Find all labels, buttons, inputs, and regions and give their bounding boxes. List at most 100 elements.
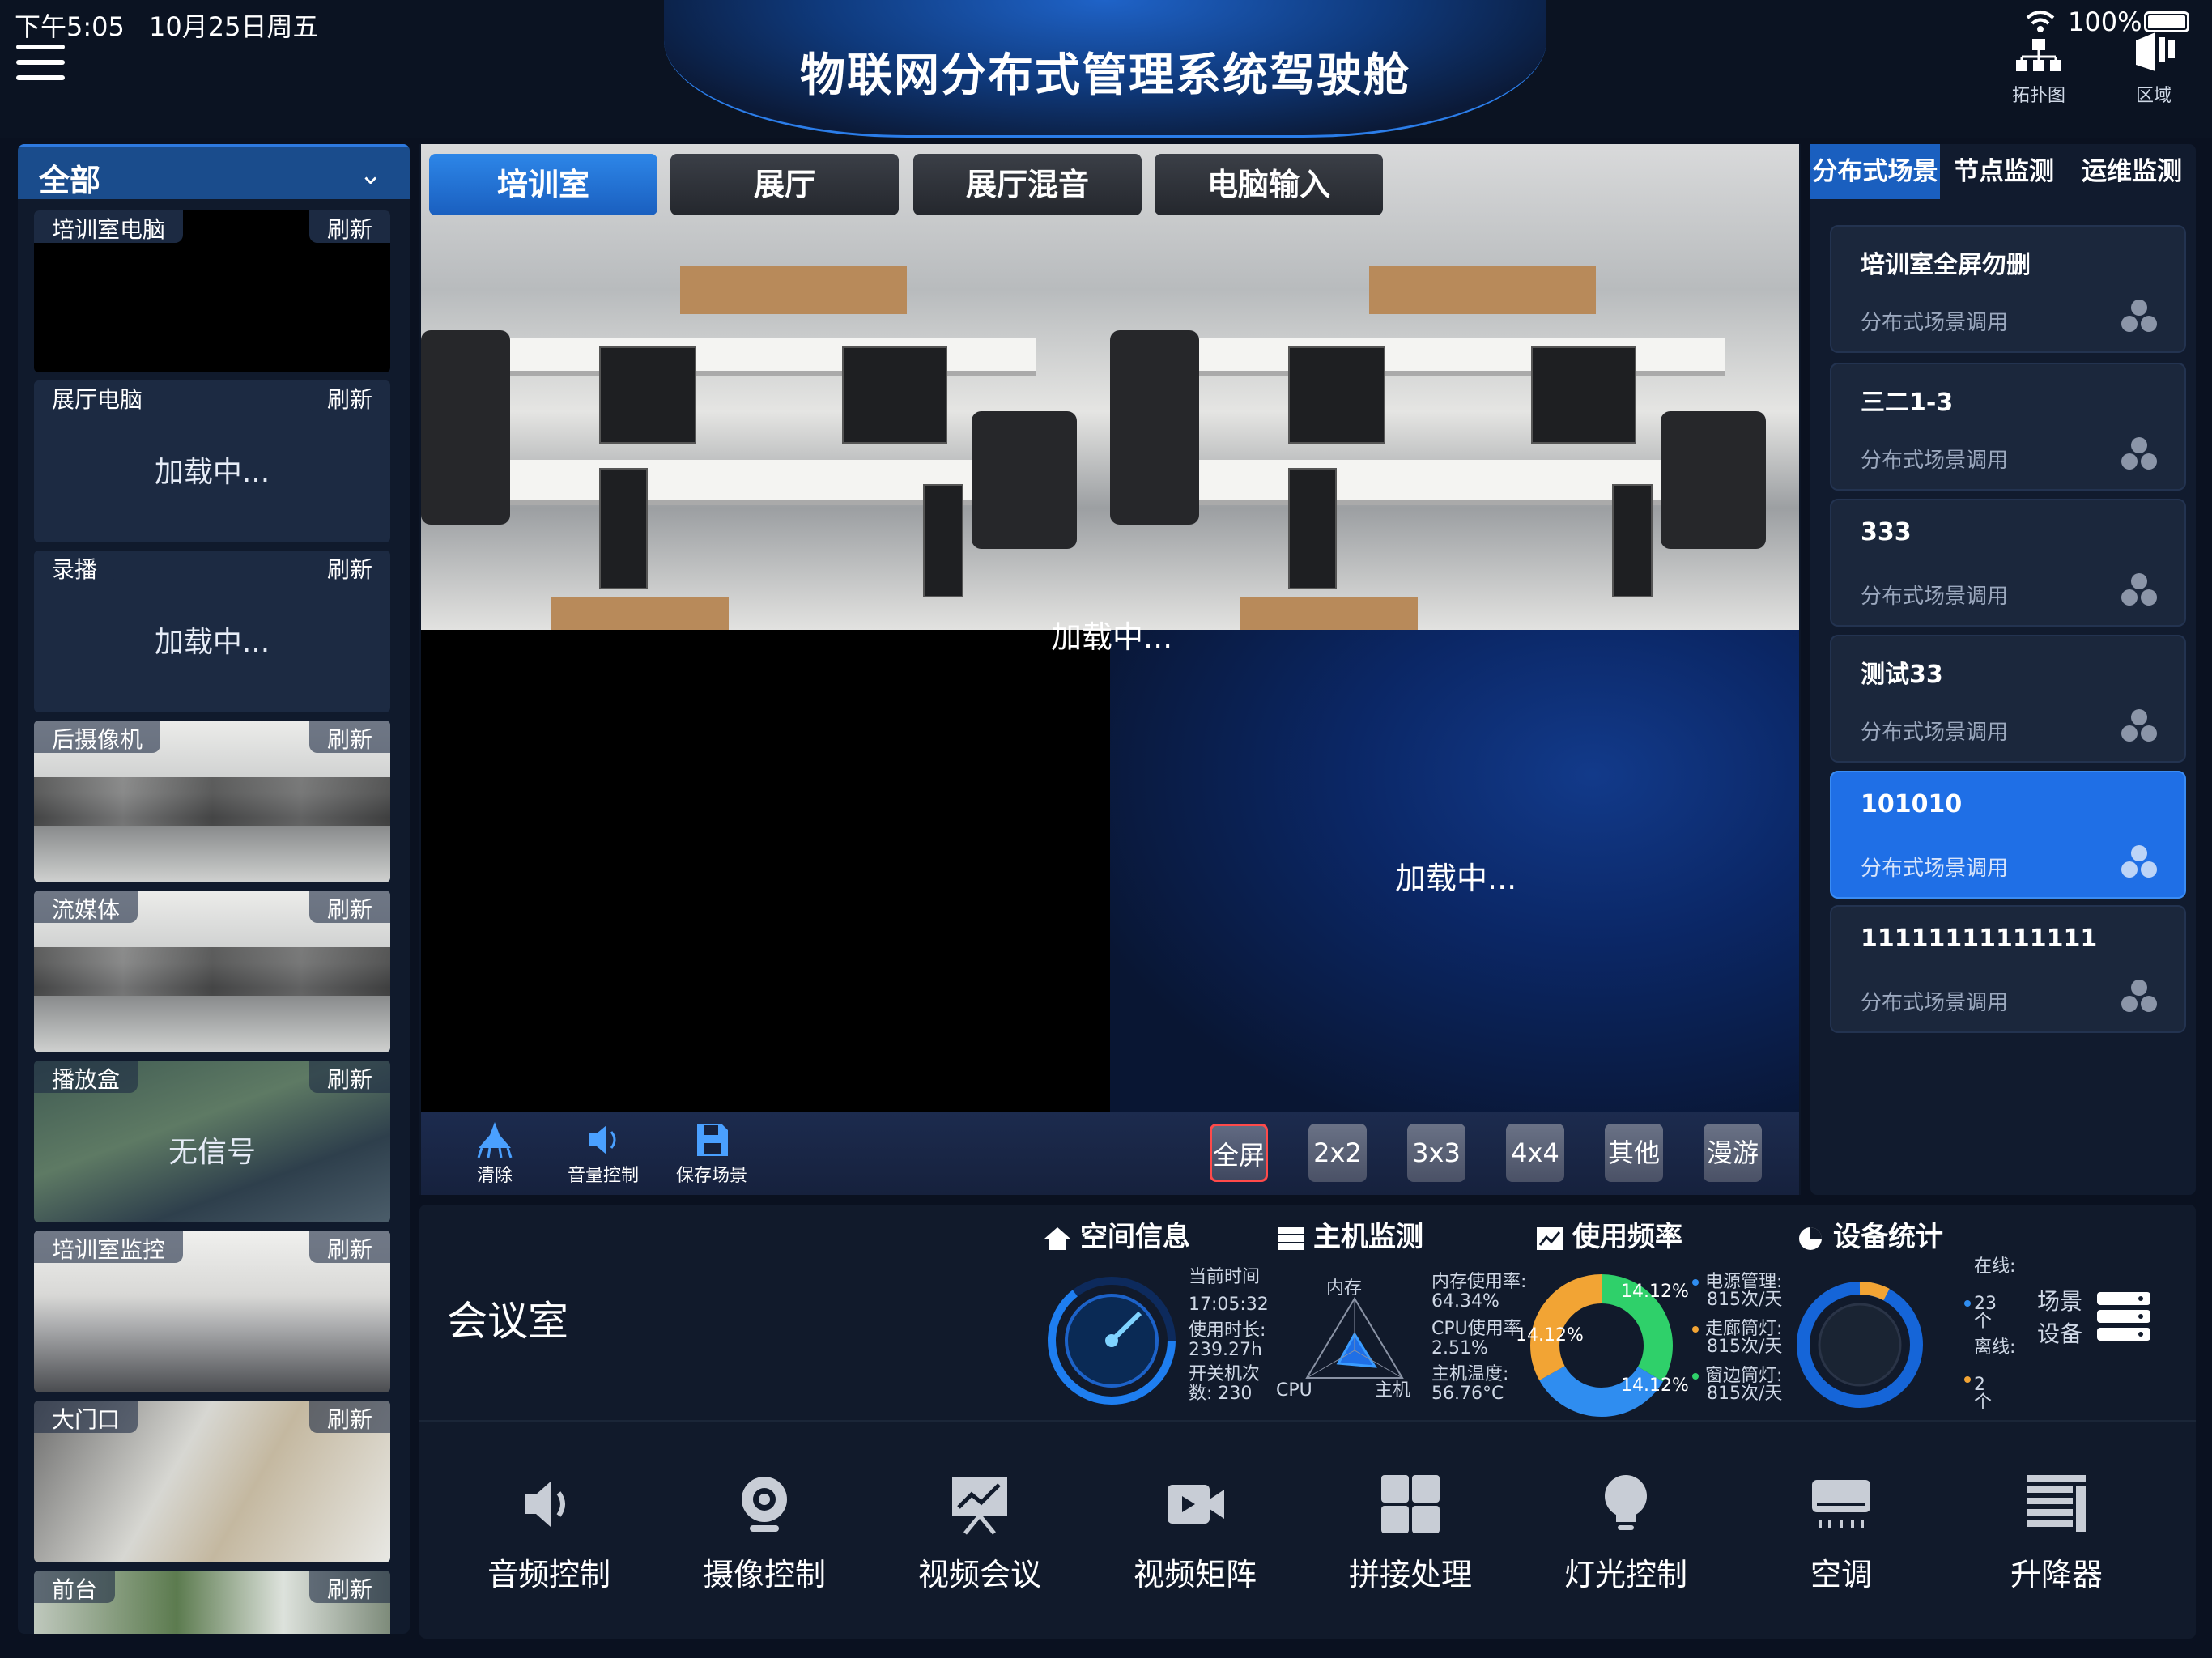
scene-card[interactable]: 333 分布式场景调用 xyxy=(1830,499,2186,627)
host-monitor-title: 主机监测 xyxy=(1276,1214,1423,1254)
source-card-training-monitor[interactable]: 培训室监控 刷新 xyxy=(34,1231,390,1392)
room-dashboard: 会议室 空间信息 主机监测 使用频率 设备统计 当前时间 17:05:32 使用… xyxy=(419,1205,2196,1639)
control-label: 拼接处理 xyxy=(1348,1557,1472,1592)
clear-button[interactable]: 清除 xyxy=(450,1120,539,1187)
legend-dot xyxy=(1692,1279,1699,1286)
video-window-2[interactable] xyxy=(1110,144,1799,630)
memory-usage-value: 64.34% xyxy=(1431,1291,1499,1312)
source-card-rear-camera[interactable]: 后摄像机 刷新 xyxy=(34,721,390,882)
scene-name: 333 xyxy=(1861,518,1912,546)
refresh-button[interactable]: 刷新 xyxy=(308,891,390,923)
video-window-4[interactable]: 加载中... xyxy=(1110,630,1799,1112)
air-conditioner-button[interactable]: 空调 xyxy=(1748,1472,1934,1594)
tab-training-room[interactable]: 培训室 xyxy=(429,154,657,215)
cubes-icon xyxy=(2121,980,2157,1012)
scene-card[interactable]: 测试33 分布式场景调用 xyxy=(1830,635,2186,763)
source-name: 培训室监控 xyxy=(34,1231,184,1263)
scene-subtitle: 分布式场景调用 xyxy=(1861,311,2009,335)
tab-distributed-scenes[interactable]: 分布式场景 xyxy=(1810,144,1940,199)
region-label: 区域 xyxy=(2135,86,2172,106)
home-icon xyxy=(1044,1226,1070,1250)
source-name: 大门口 xyxy=(34,1401,138,1433)
cubes-icon xyxy=(2121,845,2157,878)
source-card-reception[interactable]: 前台 刷新 xyxy=(34,1571,390,1634)
presentation-icon xyxy=(952,1477,1007,1535)
lighting-control-button[interactable]: 灯光控制 xyxy=(1533,1472,1719,1594)
host-temp-value: 56.76°C xyxy=(1431,1384,1504,1404)
current-time-label: 当前时间 xyxy=(1189,1267,1261,1287)
control-label: 空调 xyxy=(1810,1557,1872,1592)
source-card-recording[interactable]: 录播 刷新 加载中... xyxy=(34,551,390,712)
control-label: 视频矩阵 xyxy=(1133,1557,1257,1592)
refresh-button[interactable]: 刷新 xyxy=(308,210,390,243)
video-window-1[interactable] xyxy=(421,144,1110,630)
scene-panel: 分布式场景 节点监测 运维监测 培训室全屏勿删 分布式场景调用 三二1-3 分布… xyxy=(1810,144,2196,1195)
topology-icon xyxy=(2016,39,2061,71)
layout-3x3-button[interactable]: 3x3 xyxy=(1407,1124,1465,1182)
speaker-icon xyxy=(589,1125,616,1154)
audio-control-button[interactable]: 音频控制 xyxy=(456,1472,642,1594)
grid-icon xyxy=(1381,1475,1440,1533)
scene-subtitle: 分布式场景调用 xyxy=(1861,585,2009,609)
usage-frequency-title: 使用频率 xyxy=(1535,1214,1682,1254)
refresh-button[interactable]: 刷新 xyxy=(308,1061,390,1093)
tab-ops-monitor[interactable]: 运维监测 xyxy=(2068,144,2196,199)
layout-roaming-button[interactable]: 漫游 xyxy=(1704,1124,1762,1182)
radar-axis-memory: 内存 xyxy=(1326,1278,1363,1299)
camera-control-button[interactable]: 摄像控制 xyxy=(671,1472,857,1594)
source-filter-dropdown[interactable]: 全部 ⌄ xyxy=(18,144,410,199)
source-card-main-gate[interactable]: 大门口 刷新 xyxy=(34,1401,390,1562)
refresh-button[interactable]: 刷新 xyxy=(308,1571,390,1603)
tab-node-monitor[interactable]: 节点监测 xyxy=(1940,144,2068,199)
tool-label: 清除 xyxy=(476,1166,513,1186)
video-matrix-button[interactable]: 视频矩阵 xyxy=(1102,1472,1288,1594)
status-date: 10月25日周五 xyxy=(149,11,319,42)
source-card-player-box[interactable]: 播放盒 刷新 无信号 xyxy=(34,1061,390,1222)
topology-button[interactable]: 拓扑图 xyxy=(1990,24,2087,107)
lifter-button[interactable]: 升降器 xyxy=(1963,1472,2150,1594)
refresh-button[interactable]: 刷新 xyxy=(308,551,390,583)
loading-text: 加载中... xyxy=(154,626,270,659)
layout-2x2-button[interactable]: 2x2 xyxy=(1308,1124,1367,1182)
source-name: 后摄像机 xyxy=(34,721,161,753)
layout-4x4-button[interactable]: 4x4 xyxy=(1506,1124,1564,1182)
save-scene-button[interactable]: 保存场景 xyxy=(667,1120,756,1187)
broom-icon xyxy=(477,1122,513,1158)
refresh-button[interactable]: 刷新 xyxy=(308,1231,390,1263)
scene-card[interactable]: 11111111111111 分布式场景调用 xyxy=(1830,905,2186,1033)
source-card-streaming[interactable]: 流媒体 刷新 xyxy=(34,891,390,1052)
offline-count: 2个 xyxy=(1974,1375,1993,1413)
video-conference-button[interactable]: 视频会议 xyxy=(887,1472,1073,1594)
scene-card[interactable]: 三二1-3 分布式场景调用 xyxy=(1830,363,2186,491)
status-time: 下午5:05 xyxy=(15,11,125,42)
source-name: 展厅电脑 xyxy=(34,380,161,413)
menu-icon[interactable] xyxy=(16,45,65,85)
volume-control-button[interactable]: 音量控制 xyxy=(559,1120,648,1187)
splice-processing-button[interactable]: 拼接处理 xyxy=(1317,1472,1504,1594)
layout-fullscreen-button[interactable]: 全屏 xyxy=(1210,1124,1268,1182)
refresh-button[interactable]: 刷新 xyxy=(308,380,390,413)
tab-exhibition-hall[interactable]: 展厅 xyxy=(670,154,899,215)
scene-card[interactable]: 培训室全屏勿删 分布式场景调用 xyxy=(1830,225,2186,353)
chevron-down-icon: ⌄ xyxy=(359,159,383,191)
refresh-button[interactable]: 刷新 xyxy=(308,721,390,753)
video-window-3[interactable] xyxy=(421,630,1110,1112)
refresh-button[interactable]: 刷新 xyxy=(308,1401,390,1433)
scene-name: 培训室全屏勿删 xyxy=(1861,251,2031,279)
scene-name: 11111111111111 xyxy=(1861,925,2098,953)
scene-card-active[interactable]: 101010 分布式场景调用 xyxy=(1830,771,2186,899)
radar-axis-cpu: CPU xyxy=(1276,1380,1312,1401)
source-card-training-pc[interactable]: 培训室电脑 刷新 xyxy=(34,210,390,372)
tab-pc-input[interactable]: 电脑输入 xyxy=(1155,154,1383,215)
tab-hall-mix[interactable]: 展厅混音 xyxy=(913,154,1142,215)
scene-subtitle: 分布式场景调用 xyxy=(1861,991,2009,1015)
layout-other-button[interactable]: 其他 xyxy=(1605,1124,1663,1182)
source-name: 培训室电脑 xyxy=(34,210,184,243)
chart-icon xyxy=(1537,1226,1563,1250)
source-card-hall-pc[interactable]: 展厅电脑 刷新 加载中... xyxy=(34,380,390,542)
offline-label: 离线: xyxy=(1974,1337,2016,1358)
cpu-usage-value: 2.51% xyxy=(1431,1338,1488,1358)
device-stats-title: 设备统计 xyxy=(1796,1214,1943,1254)
region-button[interactable]: 区域 xyxy=(2105,24,2202,107)
server-icon xyxy=(1278,1226,1304,1250)
